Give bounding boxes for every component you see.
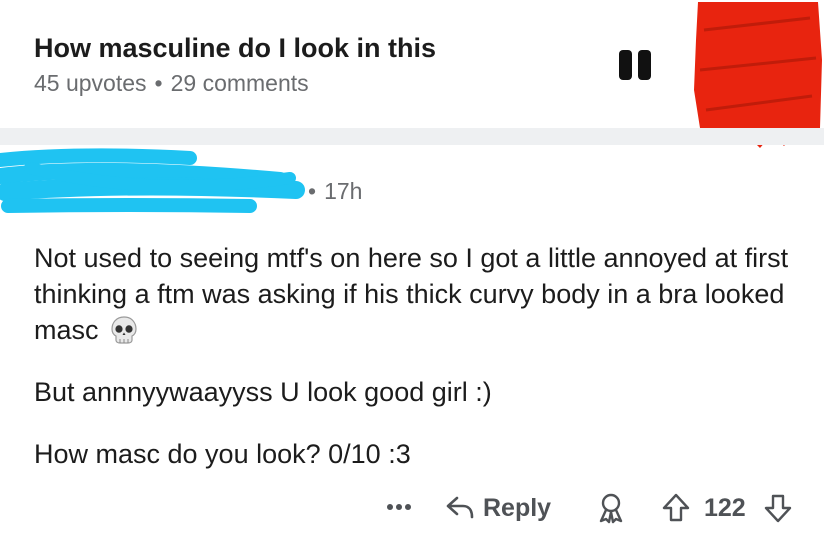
comment-actions: Reply 122 — [0, 488, 824, 528]
section-divider — [0, 128, 824, 145]
reply-label: Reply — [483, 493, 552, 522]
post-title[interactable]: How masculine do I look in this — [34, 33, 436, 64]
more-icon[interactable] — [383, 492, 415, 522]
vote-score: 122 — [704, 494, 746, 522]
reply-button[interactable]: Reply — [445, 490, 551, 526]
post-meta: 45 upvotes • 29 comments — [34, 70, 309, 97]
meta-separator: • — [154, 70, 163, 96]
comment-count: 29 comments — [170, 70, 309, 96]
reply-icon — [446, 496, 474, 519]
comment-paragraph: But annnyywaayyss U look good girl :) — [34, 377, 492, 407]
redacted-username — [0, 148, 305, 213]
comment-timestamp: 17h — [324, 178, 363, 204]
skull-emoji — [110, 316, 137, 344]
downvote-icon[interactable] — [762, 492, 794, 524]
comment-text: Not used to seeing mtf's on here so I go… — [34, 243, 789, 345]
comment-meta: • 17h — [308, 178, 362, 205]
award-icon[interactable] — [595, 492, 627, 524]
pause-icon[interactable] — [619, 50, 653, 80]
upvote-icon[interactable] — [660, 492, 692, 524]
upvote-count: 45 upvotes — [34, 70, 147, 96]
comment-paragraph: How masc do you look? 0/10 :3 — [34, 439, 411, 469]
meta-separator: • — [308, 178, 317, 204]
comment-paragraph: Not used to seeing mtf's on here so I go… — [34, 240, 814, 348]
comment-body: Not used to seeing mtf's on here so I go… — [34, 240, 814, 498]
